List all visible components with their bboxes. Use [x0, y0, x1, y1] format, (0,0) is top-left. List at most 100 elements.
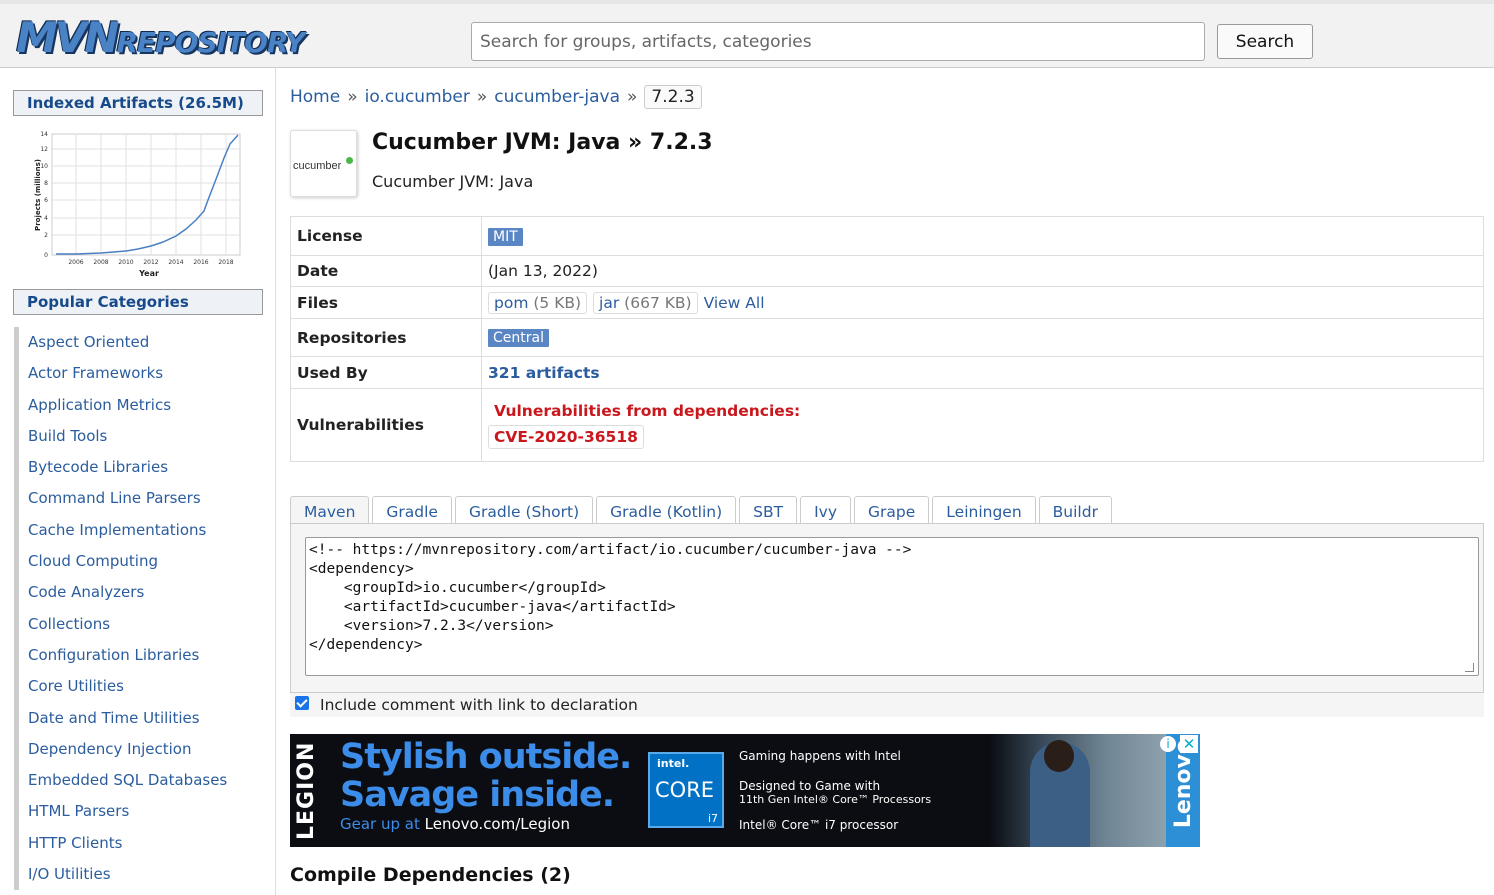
code-line: <groupId>io.cucumber</groupId>: [309, 580, 606, 596]
breadcrumb-artifact[interactable]: cucumber-java: [494, 87, 620, 107]
site-header: MVNREPOSITORY Search: [0, 0, 1494, 68]
category-item[interactable]: Cloud Computing: [14, 546, 227, 578]
chart-ytick: 14: [40, 131, 48, 138]
category-item[interactable]: Build Tools: [14, 420, 227, 453]
category-item[interactable]: Core Utilities: [14, 671, 227, 703]
file-name: jar: [599, 293, 620, 312]
breadcrumb-version: 7.2.3: [644, 85, 702, 109]
file-name: pom: [494, 293, 529, 312]
ad-designed-text: Designed to Game with: [739, 779, 881, 793]
category-item[interactable]: Collections: [14, 608, 227, 640]
file-size: (667 KB): [624, 293, 692, 312]
mvnrepository-logo[interactable]: MVNREPOSITORY: [16, 13, 305, 63]
file-link-jar[interactable]: jar (667 KB): [593, 291, 698, 314]
breadcrumb-home[interactable]: Home: [290, 87, 340, 107]
info-row-vulnerabilities: Vulnerabilities Vulnerabilities from dep…: [290, 388, 1484, 462]
ad-gear-text: Gear up at Lenovo.com/Legion: [340, 815, 570, 833]
cve-link[interactable]: CVE-2020-36518: [488, 424, 644, 449]
advertisement-banner[interactable]: LEGION Stylish outside. Savage inside. G…: [290, 734, 1200, 847]
tab-leiningen[interactable]: Leiningen: [932, 496, 1036, 524]
category-item[interactable]: Code Analyzers: [14, 577, 227, 609]
breadcrumb-group[interactable]: io.cucumber: [365, 87, 470, 107]
search-input[interactable]: [471, 22, 1205, 61]
category-item[interactable]: Actor Frameworks: [14, 358, 227, 390]
info-label: License: [290, 216, 482, 256]
tab-gradle-short[interactable]: Gradle (Short): [454, 496, 594, 524]
repository-badge[interactable]: Central: [488, 329, 549, 347]
category-label: HTML Parsers: [28, 802, 130, 821]
intel-core-text: CORE: [655, 778, 715, 802]
info-value: Vulnerabilities from dependencies: CVE-2…: [481, 388, 1484, 462]
category-item[interactable]: Bytecode Libraries: [14, 452, 227, 484]
artifact-logo-text: cucumber: [293, 160, 342, 172]
view-all-link[interactable]: View All: [704, 294, 765, 312]
category-label: Aspect Oriented: [28, 333, 150, 351]
category-item[interactable]: Embedded SQL Databases: [14, 765, 228, 797]
tab-gradle[interactable]: Gradle: [372, 496, 452, 524]
date-value: (Jan 13, 2022): [481, 255, 1484, 287]
category-label: Embedded SQL Databases: [28, 771, 228, 790]
include-comment-row: Include comment with link to declaration: [290, 693, 1484, 717]
indexed-artifacts-title[interactable]: Indexed Artifacts (26.5M): [13, 90, 263, 116]
info-value: Central: [481, 318, 1484, 357]
include-comment-label[interactable]: Include comment with link to declaration: [320, 696, 638, 714]
ad-close-icon[interactable]: ✕: [1180, 735, 1198, 753]
chart-ytick: 12: [40, 146, 48, 153]
chart-xtick: 2016: [193, 259, 208, 266]
chart-xtick: 2012: [143, 259, 158, 266]
build-tool-tabs: Maven Gradle Gradle (Short) Gradle (Kotl…: [290, 496, 1115, 524]
breadcrumb-separator: »: [347, 87, 358, 107]
chart-xtick: 2010: [118, 259, 133, 266]
category-item[interactable]: HTTP Clients: [14, 827, 227, 860]
code-line: </dependency>: [309, 637, 423, 653]
info-value: 321 artifacts: [481, 356, 1484, 389]
ad-info-icon[interactable]: i: [1160, 736, 1176, 752]
category-item[interactable]: I/O Utilities: [14, 859, 227, 891]
category-item[interactable]: Command Line Parsers: [14, 483, 227, 515]
category-item[interactable]: Date and Time Utilities: [14, 702, 227, 734]
category-label: Code Analyzers: [28, 583, 145, 602]
tab-maven[interactable]: Maven: [290, 496, 370, 524]
code-line: <dependency>: [309, 561, 414, 577]
category-item[interactable]: Cache Implementations: [14, 514, 227, 547]
category-label: Cache Implementations: [28, 520, 207, 539]
chart-ylabel: Projects (millions): [34, 159, 42, 231]
chart-xtick: 2014: [168, 259, 183, 266]
dependency-snippet-textarea[interactable]: <!-- https://mvnrepository.com/artifact/…: [305, 537, 1479, 676]
category-item[interactable]: HTML Parsers: [14, 796, 227, 828]
ad-gear-prefix: Gear up at: [340, 815, 425, 833]
category-item[interactable]: Dependency Injection: [14, 733, 227, 766]
info-label: Repositories: [290, 318, 482, 357]
category-item[interactable]: Configuration Libraries: [14, 639, 227, 672]
tab-grape[interactable]: Grape: [854, 496, 930, 524]
tab-buildr[interactable]: Buildr: [1038, 496, 1112, 524]
popular-categories-title[interactable]: Popular Categories: [13, 289, 263, 315]
used-by-link[interactable]: 321 artifacts: [488, 364, 600, 382]
intel-core-badge: intel. CORE i7: [648, 752, 724, 828]
category-label: Bytecode Libraries: [28, 458, 169, 477]
license-badge[interactable]: MIT: [488, 227, 523, 246]
category-label: Cloud Computing: [28, 552, 158, 571]
category-label: Core Utilities: [28, 677, 124, 696]
info-row-license: License MIT: [290, 216, 1484, 256]
vulnerabilities-heading: Vulnerabilities from dependencies:: [494, 401, 801, 420]
file-link-pom[interactable]: pom (5 KB): [488, 291, 588, 314]
ad-headline-2: Savage inside.: [340, 775, 615, 815]
info-label: Used By: [290, 356, 482, 389]
tab-ivy[interactable]: Ivy: [800, 496, 852, 524]
artifact-info-table: License MIT Date (Jan 13, 2022) Files po…: [290, 216, 1484, 462]
category-item[interactable]: Application Metrics: [14, 389, 227, 421]
category-label: Command Line Parsers: [28, 489, 201, 508]
include-comment-checkbox[interactable]: [295, 696, 309, 710]
resize-grip-icon[interactable]: [1465, 663, 1474, 672]
breadcrumb-separator: »: [627, 87, 638, 107]
tab-gradle-kotlin[interactable]: Gradle (Kotlin): [596, 496, 737, 524]
file-size: (5 KB): [533, 293, 582, 312]
search-button[interactable]: Search: [1217, 24, 1313, 59]
category-item[interactable]: Aspect Oriented: [14, 327, 227, 359]
breadcrumb-separator: »: [476, 87, 488, 107]
chart-ytick: 6: [44, 197, 48, 204]
tab-sbt[interactable]: SBT: [739, 496, 798, 524]
logo-repository: REPOSITORY: [116, 26, 305, 59]
category-label: Collections: [28, 614, 111, 633]
